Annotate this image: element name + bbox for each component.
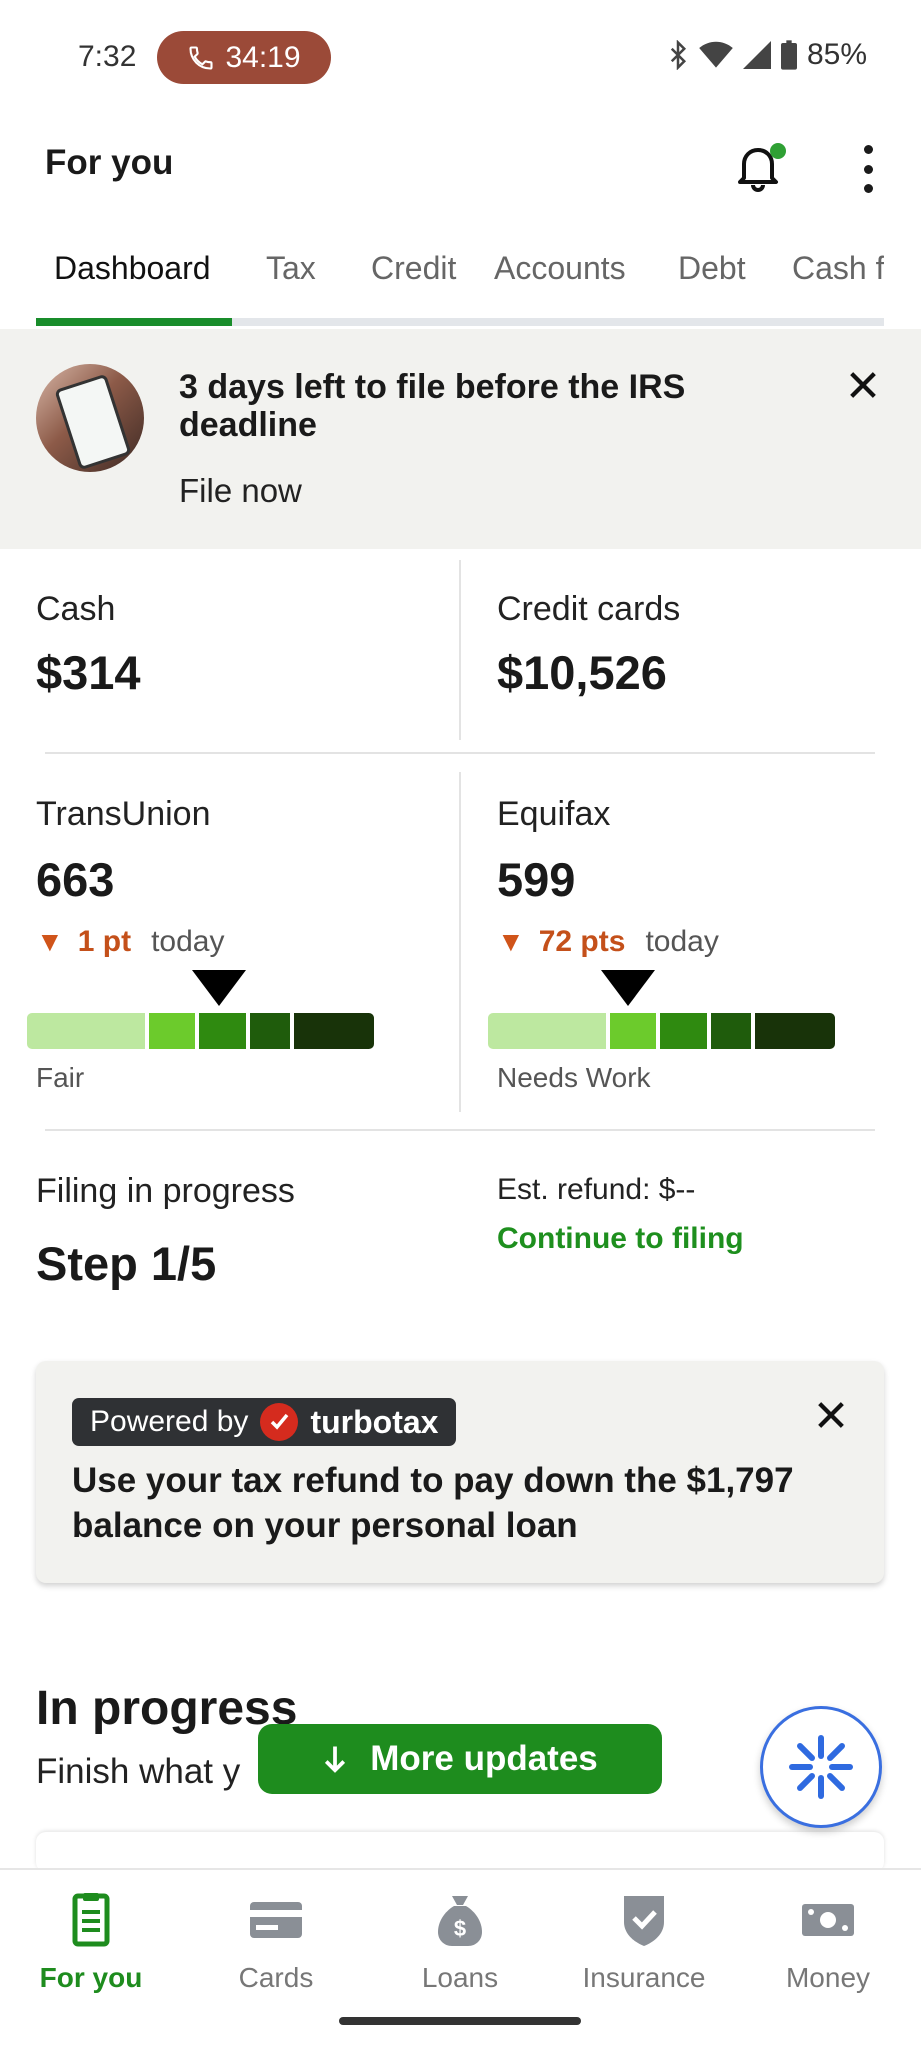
tab-bar: Dashboard Tax Credit Accounts Debt Cash … — [36, 250, 884, 328]
nav-label: Money — [785, 1962, 871, 1993]
filing-label: Filing in progress — [36, 1172, 295, 1210]
credit-cards-label: Credit cards — [497, 590, 681, 628]
transunion-score-meter — [27, 1013, 374, 1049]
divider — [459, 560, 461, 740]
nav-cards[interactable]: Cards — [196, 1890, 356, 1994]
svg-text:$: $ — [454, 1916, 466, 1941]
tab-accounts[interactable]: Accounts — [494, 250, 626, 287]
file-now-link[interactable]: File now — [179, 472, 302, 510]
money-bag-icon: $ — [438, 1896, 482, 1946]
down-triangle-icon: ▼ — [497, 926, 525, 957]
nav-loans[interactable]: $ Loans — [380, 1890, 540, 1994]
divider — [45, 752, 875, 754]
tab-cash-flow[interactable]: Cash f — [792, 250, 884, 287]
banner-image — [36, 364, 144, 472]
divider — [459, 772, 461, 1112]
bluetooth-icon — [670, 40, 686, 70]
more-updates-button[interactable]: More updates — [258, 1724, 662, 1794]
ongoing-call-pill[interactable]: 34:19 — [157, 31, 331, 84]
cash-value[interactable]: $314 — [36, 645, 141, 700]
cash-icon — [802, 1904, 854, 1936]
tab-tax[interactable]: Tax — [266, 250, 316, 287]
powered-by-label: Powered by — [90, 1405, 249, 1438]
in-progress-card[interactable] — [36, 1832, 884, 1872]
nav-label: Loans — [421, 1962, 499, 1993]
transunion-label: TransUnion — [36, 795, 211, 833]
credit-cards-value[interactable]: $10,526 — [497, 645, 667, 700]
equifax-rating: Needs Work — [497, 1062, 651, 1093]
transunion-delta: ▼ 1 pt today — [36, 925, 225, 958]
sparkle-assistant-icon — [789, 1735, 853, 1799]
call-timer: 34:19 — [225, 40, 301, 74]
nav-for-you[interactable]: For you — [11, 1890, 171, 1994]
estimated-refund: Est. refund: $-- — [497, 1173, 696, 1206]
close-icon[interactable] — [814, 1398, 848, 1432]
document-icon — [72, 1893, 110, 1947]
score-pointer-icon — [601, 970, 655, 1006]
banner-title: 3 days left to file before the IRS deadl… — [179, 368, 686, 444]
nav-label: Cards — [238, 1962, 314, 1993]
promo-message: Use your tax refund to pay down the $1,7… — [72, 1461, 794, 1545]
notification-badge — [770, 143, 786, 159]
more-updates-label: More updates — [370, 1739, 598, 1778]
transunion-rating: Fair — [36, 1062, 85, 1093]
close-icon[interactable] — [846, 368, 880, 402]
nav-label: For you — [39, 1962, 143, 1993]
phone-icon — [189, 45, 214, 70]
nav-money[interactable]: Money — [748, 1890, 908, 1994]
battery-icon — [780, 40, 797, 70]
in-progress-title: In progress — [36, 1682, 298, 1735]
signal-icon — [742, 41, 771, 69]
equifax-delta: ▼ 72 pts today — [497, 925, 719, 958]
in-progress-subtitle: Finish what y — [36, 1752, 241, 1791]
status-time: 7:32 — [78, 40, 137, 73]
equifax-score[interactable]: 599 — [497, 852, 575, 907]
nav-insurance[interactable]: Insurance — [564, 1890, 724, 1994]
transunion-score[interactable]: 663 — [36, 852, 114, 907]
tab-active-indicator — [36, 318, 232, 326]
nav-label: Insurance — [582, 1962, 706, 1993]
tab-credit[interactable]: Credit — [371, 250, 456, 287]
tab-dashboard[interactable]: Dashboard — [54, 250, 211, 287]
shield-check-icon — [624, 1896, 664, 1946]
powered-by-badge: Powered by turbotax — [72, 1398, 457, 1446]
turbotax-logo: turbotax — [310, 1403, 439, 1440]
wifi-icon — [699, 41, 733, 68]
status-icons: 85% — [667, 38, 867, 72]
tab-debt[interactable]: Debt — [678, 250, 746, 287]
battery-percent: 85% — [806, 38, 867, 71]
turbotax-check-icon — [260, 1403, 299, 1441]
home-indicator[interactable] — [339, 2017, 581, 2025]
assistant-fab[interactable] — [760, 1706, 882, 1828]
filing-step: Step 1/5 — [36, 1237, 217, 1290]
more-options-icon[interactable] — [850, 145, 886, 193]
score-pointer-icon — [192, 970, 246, 1006]
arrow-down-icon — [325, 1746, 346, 1773]
cash-label: Cash — [36, 590, 116, 628]
credit-card-icon — [250, 1902, 302, 1938]
continue-to-filing-link[interactable]: Continue to filing — [497, 1222, 744, 1256]
page-title: For you — [45, 143, 174, 182]
divider — [45, 1129, 875, 1131]
equifax-score-meter — [488, 1013, 835, 1049]
equifax-label: Equifax — [497, 795, 611, 833]
down-triangle-icon: ▼ — [36, 926, 64, 957]
